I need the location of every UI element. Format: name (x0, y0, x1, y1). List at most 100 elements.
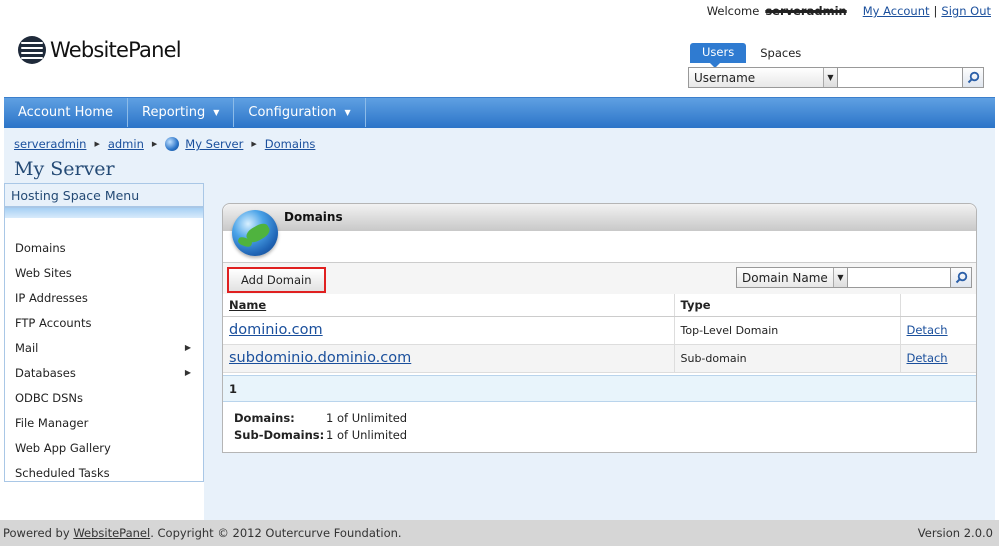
table-row: dominio.com Top-Level Domain Detach (223, 316, 976, 345)
sidebar-item-label: Mail (15, 340, 39, 355)
sidebar-title: Hosting Space Menu (5, 184, 203, 208)
sidebar-item-label: Web App Gallery (15, 440, 111, 455)
detach-link[interactable]: Detach (907, 323, 948, 337)
sidebar-item-ip-addresses[interactable]: IP Addresses (5, 285, 203, 310)
link-separator: | (933, 4, 938, 18)
sidebar-item-label: Domains (15, 240, 66, 255)
version-label: Version 2.0.0 (917, 526, 993, 540)
domains-globe-icon (232, 210, 278, 256)
domains-table: Name Type dominio.com Top-Level Domain D… (223, 294, 976, 373)
sidebar-item-label: Scheduled Tasks (15, 465, 110, 480)
copyright-text: . Copyright © 2012 Outercurve Foundation… (150, 526, 402, 540)
nav-account-home[interactable]: Account Home (4, 98, 129, 127)
panel-title: Domains (223, 204, 976, 231)
search-input[interactable] (838, 67, 963, 88)
nav-reporting[interactable]: Reporting ▼ (128, 98, 235, 127)
page-title: My Server (14, 158, 115, 180)
breadcrumb-arrow-icon: ▶ (151, 140, 158, 148)
column-header-name[interactable]: Name (223, 294, 675, 317)
quota-value: 1 of Unlimited (326, 428, 408, 442)
tab-users[interactable]: Users (690, 43, 747, 68)
pager: 1 (223, 374, 976, 402)
nav-label: Reporting (142, 105, 206, 120)
sidebar-item-label: Databases (15, 365, 76, 380)
main-nav: Account Home Reporting ▼ Configuration ▼ (4, 97, 995, 128)
websitepanel-logo-icon (18, 36, 46, 64)
search-tabs: Users Spaces (690, 43, 801, 68)
column-header-actions (900, 294, 976, 317)
domain-name-cell: dominio.com (223, 316, 675, 345)
username-redacted: serveradmin (765, 4, 847, 18)
domain-action-cell: Detach (900, 316, 976, 345)
chevron-down-icon: ▼ (833, 268, 847, 287)
tab-spaces[interactable]: Spaces (756, 46, 801, 60)
sidebar-item-label: File Manager (15, 415, 89, 430)
search-button[interactable] (963, 67, 984, 88)
domains-panel: Domains Add Domain Domain Name ▼ Name Ty… (222, 203, 977, 453)
breadcrumb-my-server[interactable]: My Server (185, 137, 243, 151)
sidebar-item-label: ODBC DSNs (15, 390, 84, 405)
nav-label: Account Home (18, 105, 114, 120)
my-account-link[interactable]: My Account (863, 4, 930, 18)
nav-label: Configuration (248, 105, 337, 120)
quota-label: Domains: (234, 411, 295, 425)
pager-current-page[interactable]: 1 (229, 382, 237, 396)
sidebar-item-domains[interactable]: Domains (5, 235, 203, 260)
nav-configuration[interactable]: Configuration ▼ (234, 98, 366, 127)
domain-action-cell: Detach (900, 344, 976, 373)
sidebar-item-file-manager[interactable]: File Manager (5, 410, 203, 435)
chevron-down-icon: ▼ (823, 68, 837, 87)
breadcrumb-admin[interactable]: admin (108, 137, 144, 151)
magnifier-icon (967, 71, 979, 84)
breadcrumb: serveradmin ▶ admin ▶ My Server ▶ Domain… (14, 137, 315, 151)
breadcrumb-area: serveradmin ▶ admin ▶ My Server ▶ Domain… (4, 128, 995, 190)
breadcrumb-arrow-icon: ▶ (251, 140, 257, 148)
sidebar-item-scheduled-tasks[interactable]: Scheduled Tasks (5, 460, 203, 485)
quota-summary: Domains: 1 of Unlimited Sub-Domains: 1 o… (223, 402, 976, 444)
submenu-arrow-icon: ▶ (184, 343, 191, 352)
search-field-value: Username (694, 70, 756, 85)
logo-text: WebsitePanel (50, 38, 182, 62)
domain-name-cell: subdominio.dominio.com (223, 344, 675, 373)
sidebar-item-mail[interactable]: Mail ▶ (5, 335, 203, 360)
domain-search-field-value: Domain Name (742, 270, 828, 285)
globe-icon (165, 137, 180, 151)
sidebar-item-label: IP Addresses (15, 290, 88, 305)
domain-search-input[interactable] (848, 267, 951, 288)
quota-value: 1 of Unlimited (326, 411, 408, 425)
footer-copyright: Powered by WebsitePanel. Copyright © 201… (3, 526, 402, 540)
sidebar-item-ftp-accounts[interactable]: FTP Accounts (5, 310, 203, 335)
global-search: Username ▼ (688, 67, 984, 88)
sidebar-divider (5, 208, 203, 218)
domain-search-button[interactable] (951, 267, 972, 288)
welcome-label: Welcome (706, 4, 760, 18)
domain-search-field-select[interactable]: Domain Name ▼ (736, 267, 848, 288)
welcome-bar: Welcome serveradmin My Account | Sign Ou… (707, 4, 991, 18)
domain-search: Domain Name ▼ (736, 267, 972, 288)
sidebar-item-odbc-dsns[interactable]: ODBC DSNs (5, 385, 203, 410)
domain-type-cell: Sub-domain (674, 344, 901, 373)
logo[interactable]: WebsitePanel (18, 36, 182, 64)
add-domain-button[interactable]: Add Domain (227, 267, 326, 293)
table-header-row: Name Type (223, 294, 976, 317)
footer: Powered by WebsitePanel. Copyright © 201… (0, 520, 999, 546)
submenu-arrow-icon: ▶ (184, 368, 191, 377)
breadcrumb-serveradmin[interactable]: serveradmin (14, 137, 86, 151)
breadcrumb-domains[interactable]: Domains (265, 137, 316, 151)
domain-link[interactable]: dominio.com (229, 322, 323, 338)
detach-link[interactable]: Detach (907, 351, 948, 365)
websitepanel-link[interactable]: WebsitePanel (73, 526, 150, 540)
sidebar-item-databases[interactable]: Databases ▶ (5, 360, 203, 385)
sidebar: Hosting Space Menu Domains Web Sites IP … (4, 183, 204, 482)
panel-toolbar: Add Domain Domain Name ▼ (223, 262, 976, 294)
sidebar-item-web-sites[interactable]: Web Sites (5, 260, 203, 285)
sign-out-link[interactable]: Sign Out (941, 4, 991, 18)
column-header-type: Type (674, 294, 901, 317)
search-field-select[interactable]: Username ▼ (688, 67, 838, 88)
caret-down-icon: ▼ (344, 108, 351, 117)
sidebar-item-web-app-gallery[interactable]: Web App Gallery (5, 435, 203, 460)
domain-link[interactable]: subdominio.dominio.com (229, 350, 411, 366)
table-row: subdominio.dominio.com Sub-domain Detach (223, 344, 976, 373)
magnifier-icon (955, 271, 967, 284)
sidebar-item-label: FTP Accounts (15, 315, 92, 330)
